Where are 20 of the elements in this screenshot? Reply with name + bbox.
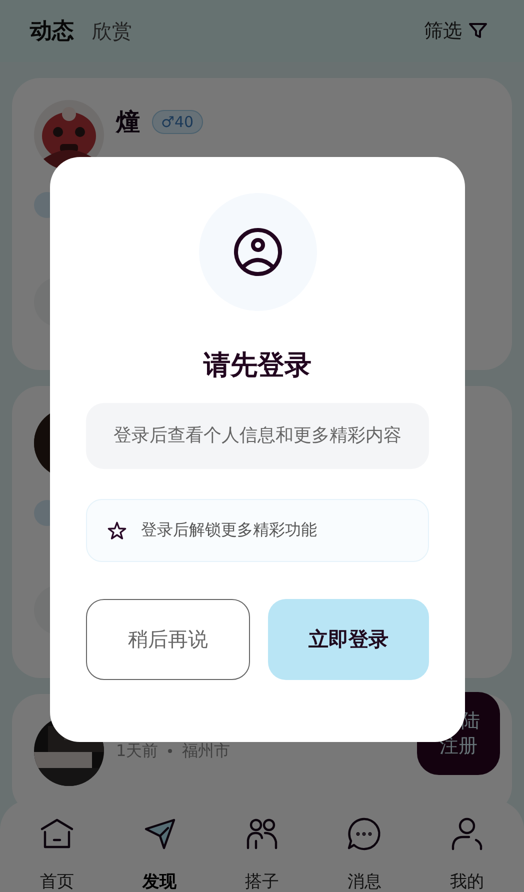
- gender-age-badge: ♂40: [152, 110, 203, 134]
- separator-dot: [168, 749, 172, 753]
- login-button[interactable]: 立即登录: [268, 599, 429, 680]
- dialog-title: 请先登录: [204, 349, 312, 383]
- star-icon: [107, 520, 127, 540]
- user-icon: [232, 227, 282, 277]
- feature-text: 登录后解锁更多精彩功能: [141, 520, 317, 541]
- filter-icon: [468, 21, 488, 41]
- tab[interactable]: 动态: [30, 16, 74, 46]
- nav-item[interactable]: 首页: [22, 800, 92, 892]
- nav-item[interactable]: 我的: [432, 800, 502, 892]
- chat-icon: [346, 816, 382, 852]
- nav-item[interactable]: 消息: [329, 800, 400, 892]
- nav-item[interactable]: 搭子: [226, 800, 297, 892]
- dialog-message: 登录后查看个人信息和更多精彩内容: [86, 403, 429, 469]
- later-button[interactable]: 稍后再说: [86, 599, 250, 680]
- nav-item[interactable]: 发现: [124, 800, 195, 892]
- tab[interactable]: 欣赏: [92, 18, 132, 45]
- filter-button[interactable]: 筛选: [424, 18, 488, 44]
- user-name: 燑: [116, 107, 140, 138]
